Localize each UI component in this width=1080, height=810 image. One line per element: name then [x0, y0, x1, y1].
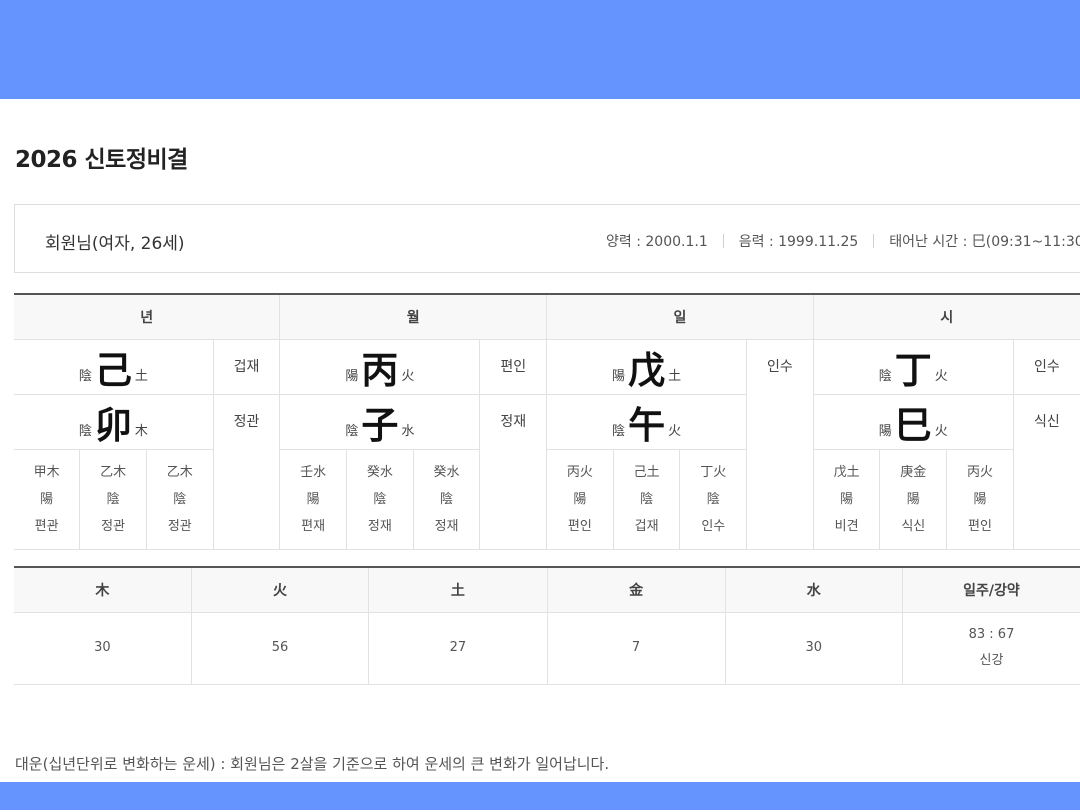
month-stem-relation: 편인	[479, 339, 547, 395]
hour-stem: 陰丁火	[812, 339, 1014, 395]
element-label: 火	[668, 423, 682, 439]
saju-table: 년 월 일 시 陰己土 겁재 陽丙火 편인 陽戊土 인수 陰丁火 인수 陰卯木 …	[14, 293, 1080, 550]
element-header-wood: 木	[14, 566, 192, 613]
pillar-header-hour: 시	[812, 293, 1080, 340]
top-banner	[0, 0, 1080, 99]
profile-info: 양력 : 2000.1.1 음력 : 1999.11.25 태어난 시간 : 巳(0…	[606, 231, 1080, 251]
hidden-stem-cell: 丙火陽 편인	[546, 449, 614, 550]
month-branch: 陰子水	[279, 394, 480, 450]
strength-ratio: 83 : 67	[968, 627, 1015, 642]
hidden-stem-cell: 戊土陽 비견	[812, 449, 880, 550]
earthly-branch: 卯	[94, 403, 132, 447]
heavenly-stem: 戊	[628, 348, 666, 392]
stem-row: 陰己土 겁재 陽丙火 편인 陽戊土 인수 陰丁火 인수	[14, 339, 1080, 550]
element-value-fire: 56	[190, 612, 369, 685]
solar-date: 양력 : 2000.1.1	[606, 234, 708, 250]
pillar-header-month: 월	[279, 293, 547, 340]
bottom-banner	[0, 782, 1080, 810]
five-elements-header-row: 木 火 土 金 水 일주/강약	[14, 566, 1080, 613]
yinyang-label: 陽	[345, 368, 359, 384]
hour-branch-relation: 식신	[1012, 394, 1080, 550]
hidden-stem-cell: 壬水陽 편재	[279, 449, 347, 550]
pillar-header-day: 일	[546, 293, 814, 340]
hidden-stem-cell: 丁火陰 인수	[679, 449, 747, 550]
earthly-branch: 子	[361, 403, 399, 447]
month-stem: 陽丙火	[279, 339, 480, 395]
hidden-stem-cell: 丙火陽 편인	[946, 449, 1014, 550]
day-stem: 陽戊土	[546, 339, 747, 395]
page-title: 2026 신토정비결	[15, 147, 188, 173]
profile-box: 회원님(여자, 26세) 양력 : 2000.1.1 음력 : 1999.11.2…	[14, 204, 1080, 273]
hour-stem-relation: 인수	[1012, 339, 1080, 395]
element-label: 土	[134, 368, 148, 384]
element-label: 土	[668, 368, 682, 384]
heavenly-stem: 丙	[361, 348, 399, 392]
hidden-stem-cell: 癸水陰 정재	[412, 449, 480, 550]
element-header-earth: 土	[368, 566, 548, 613]
daewoon-note: 대운(십년단위로 변화하는 운세) : 회원님은 2살을 기준으로 하여 운세의…	[15, 755, 610, 773]
element-label: 火	[934, 368, 948, 384]
year-stem-relation: 겁재	[212, 339, 280, 395]
yinyang-label: 陽	[612, 368, 626, 384]
five-elements-value-row: 30 56 27 7 30 83 : 67 신강	[14, 612, 1080, 685]
month-branch-relation: 정재	[479, 394, 547, 550]
element-value-earth: 27	[368, 612, 548, 685]
branch-row: 陰卯木 정관 陰子水 정재 陰午火 陽巳火 식신	[14, 394, 1080, 550]
element-label: 木	[134, 423, 148, 439]
element-label: 水	[401, 423, 415, 439]
yinyang-label: 陰	[612, 423, 626, 439]
day-branch-relation: 인수	[746, 339, 814, 550]
profile-name: 회원님(여자, 26세)	[45, 234, 185, 254]
yinyang-label: 陰	[345, 423, 359, 439]
divider	[722, 234, 724, 248]
hidden-stems-row: 甲木陽 편관 乙木陰 정관 乙木陰 정관 壬水陽 편재 癸水陰 정재 癸水陰 정재 丙火陽 편…	[14, 449, 1080, 550]
element-value-wood: 30	[14, 612, 192, 685]
pillar-header-year: 년	[14, 293, 280, 340]
earthly-branch: 午	[628, 403, 666, 447]
year-branch-relation: 정관	[212, 394, 280, 550]
hidden-stem-cell: 乙木陰 정관	[145, 449, 214, 550]
yinyang-label: 陰	[878, 368, 892, 384]
birth-time: 태어난 시간 : 巳(09:31~11:30)	[889, 234, 1080, 250]
hidden-stem-cell: 庚金陽 식신	[879, 449, 947, 550]
hidden-stem-cell: 甲木陽 편관	[14, 449, 80, 550]
hidden-stem-cell: 己土陰 겁재	[612, 449, 680, 550]
element-label: 火	[934, 423, 948, 439]
element-header-metal: 金	[546, 566, 726, 613]
yinyang-label: 陰	[78, 423, 92, 439]
pillar-header-row: 년 월 일 시	[14, 293, 1080, 340]
element-header-strength: 일주/강약	[901, 566, 1080, 613]
earthly-branch: 巳	[894, 403, 932, 447]
divider	[873, 234, 875, 248]
year-branch: 陰卯木	[14, 394, 214, 450]
lunar-date: 음력 : 1999.11.25	[738, 234, 859, 250]
element-value-water: 30	[724, 612, 903, 685]
element-value-metal: 7	[546, 612, 726, 685]
hidden-stem-cell: 乙木陰 정관	[79, 449, 147, 550]
strength-label: 신강	[979, 653, 1004, 668]
heavenly-stem: 丁	[894, 348, 932, 392]
yinyang-label: 陽	[878, 423, 892, 439]
yinyang-label: 陰	[78, 368, 92, 384]
hour-branch: 陽巳火	[812, 394, 1014, 450]
element-header-fire: 火	[190, 566, 369, 613]
element-label: 火	[401, 368, 415, 384]
heavenly-stem: 己	[94, 348, 132, 392]
hidden-stem-cell: 癸水陰 정재	[345, 449, 414, 550]
five-elements-table: 木 火 土 金 水 일주/강약 30 56 27 7 30 83 : 67 신강	[14, 566, 1080, 685]
strength-cell: 83 : 67 신강	[901, 612, 1080, 685]
element-header-water: 水	[724, 566, 903, 613]
day-branch: 陰午火	[546, 394, 747, 450]
year-stem: 陰己土	[14, 339, 214, 395]
